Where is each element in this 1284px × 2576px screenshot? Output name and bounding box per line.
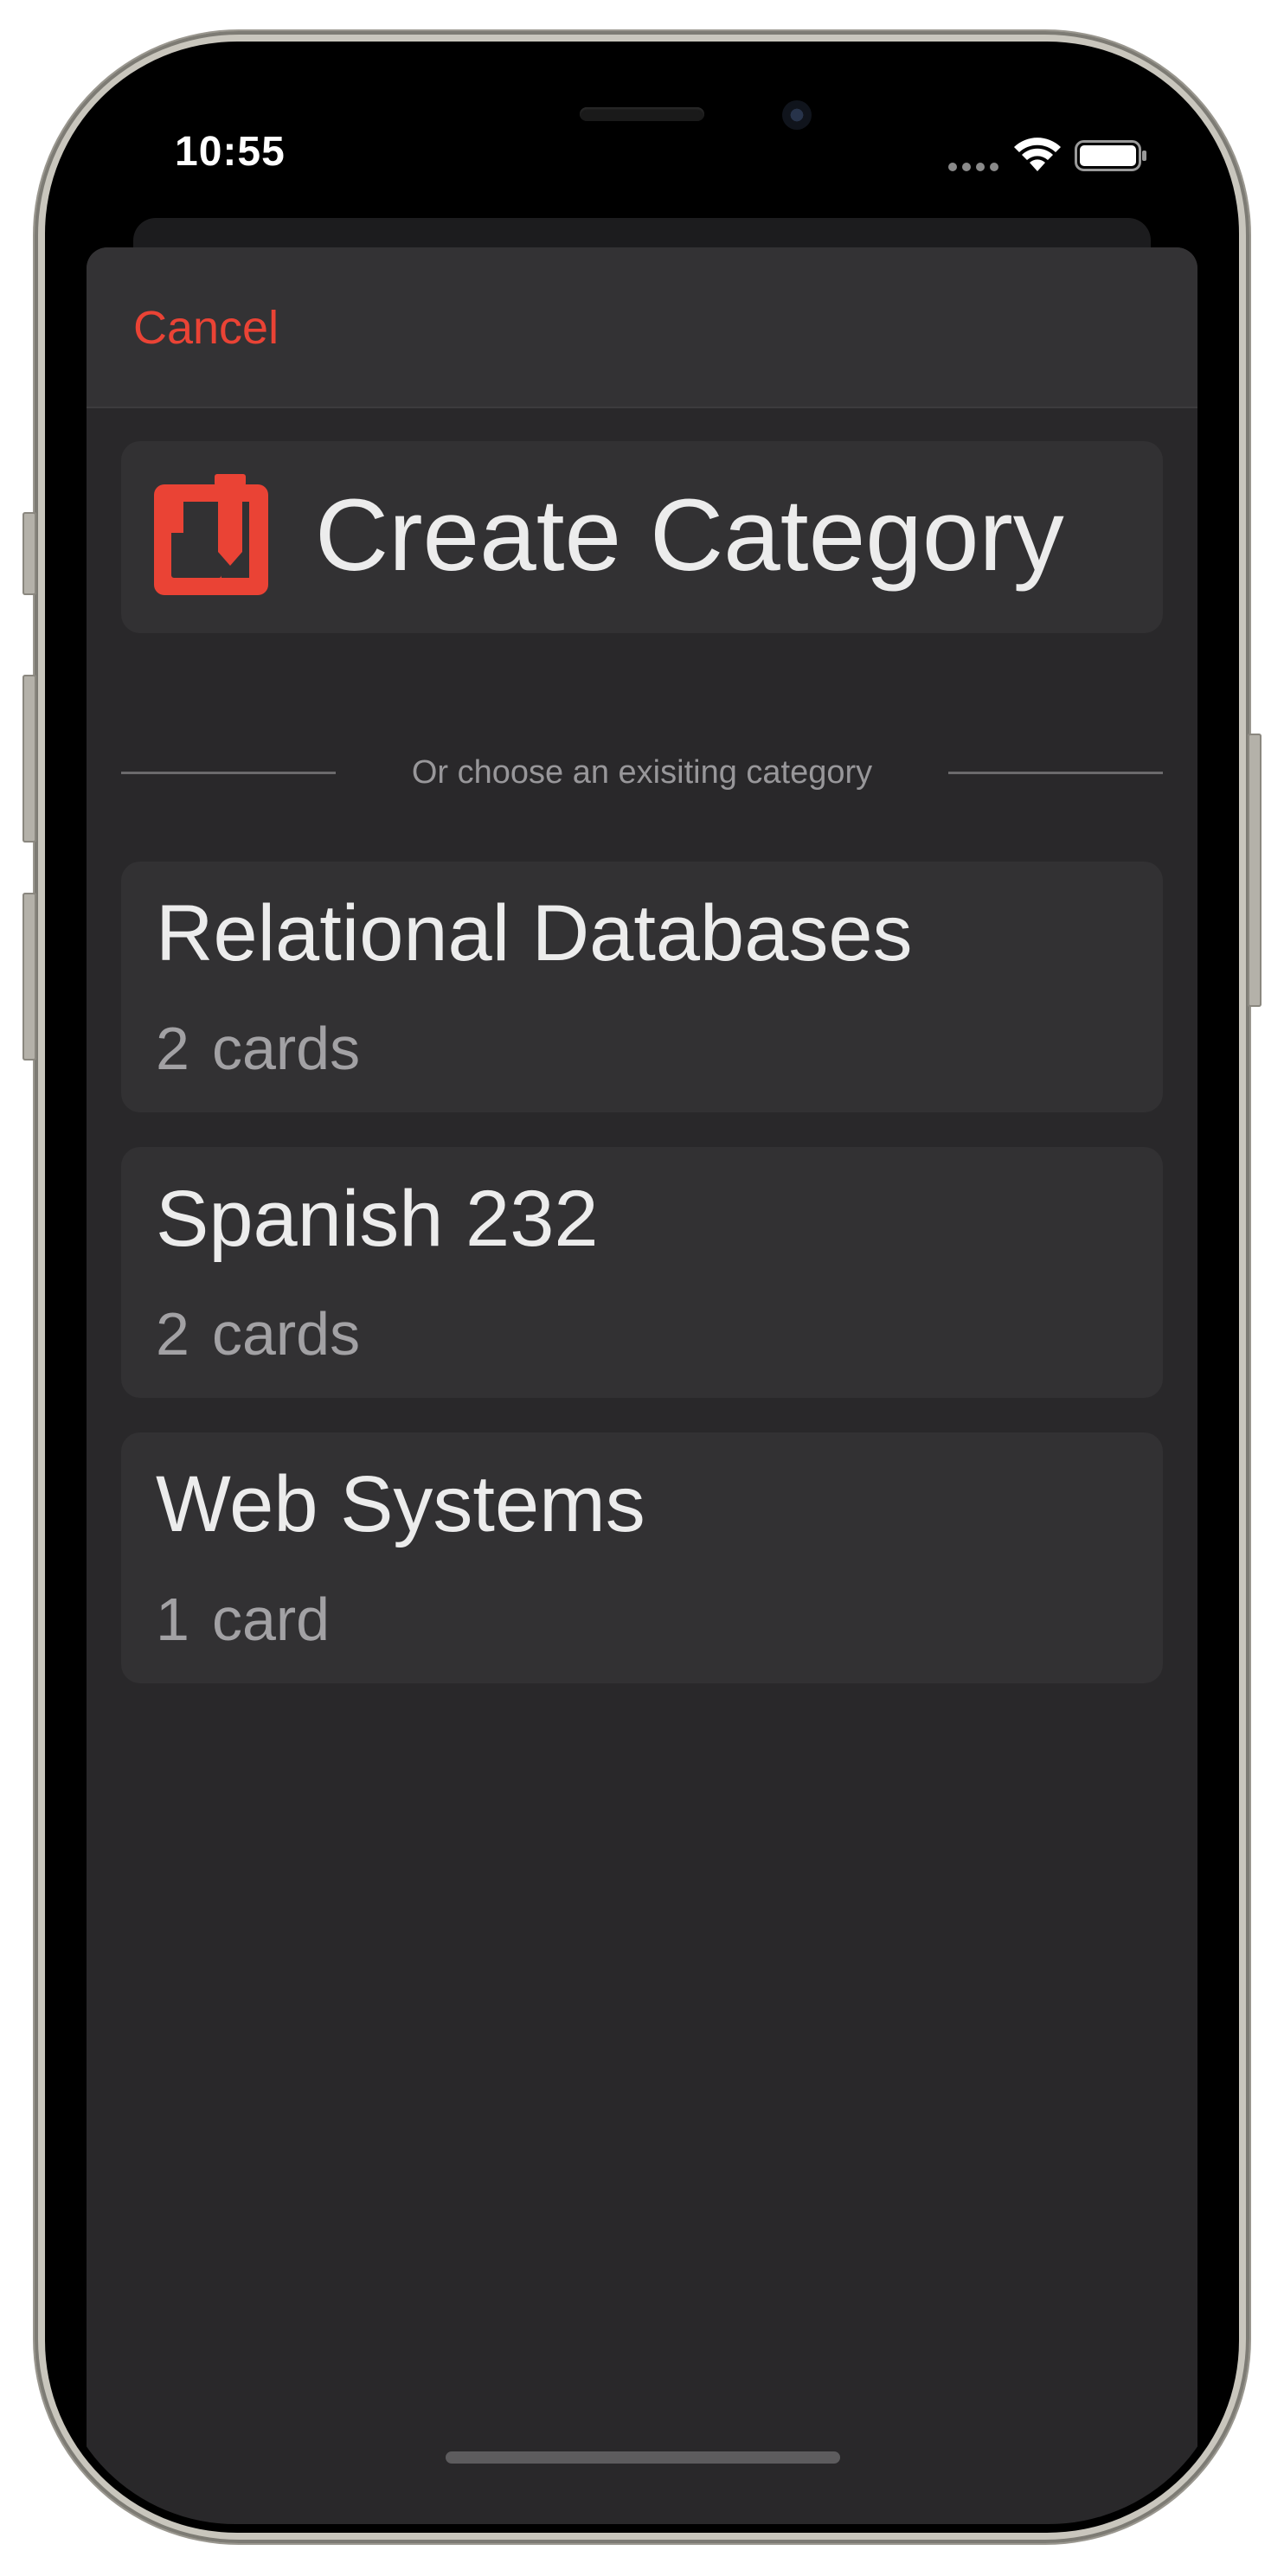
card-count-unit: cards (211, 1300, 361, 1368)
silent-switch (22, 512, 36, 595)
card-count-number: 1 (156, 1586, 189, 1653)
divider-line-right (948, 772, 1163, 774)
category-card-count: 1 card (156, 1585, 330, 1654)
divider-line-left (121, 772, 336, 774)
wifi-icon (1014, 138, 1061, 171)
card-count-number: 2 (156, 1300, 189, 1368)
battery-icon (1075, 140, 1146, 171)
home-indicator[interactable] (446, 2451, 840, 2464)
volume-up-button (22, 675, 36, 843)
category-name: Relational Databases (156, 889, 913, 977)
earpiece-speaker (580, 107, 704, 121)
category-card-count: 2 cards (156, 1014, 360, 1083)
front-camera (782, 100, 812, 130)
device-screen: 10:55 Cancel Create Category Or choose a… (54, 50, 1230, 2524)
category-row-web-systems[interactable]: Web Systems 1 card (121, 1432, 1163, 1683)
card-count-unit: card (211, 1586, 331, 1653)
card-count-unit: cards (211, 1015, 361, 1082)
category-card-count: 2 cards (156, 1299, 360, 1368)
power-button (1248, 734, 1262, 1007)
status-time: 10:55 (175, 129, 286, 175)
category-name: Spanish 232 (156, 1175, 599, 1263)
volume-down-button (22, 893, 36, 1061)
notch (359, 50, 925, 107)
divider-label: Or choose an exisiting category (411, 754, 873, 791)
create-category-button[interactable]: Create Category (121, 441, 1163, 633)
notebook-pen-icon (154, 474, 268, 595)
card-count-number: 2 (156, 1015, 189, 1082)
create-category-title: Create Category (315, 478, 1064, 593)
category-row-relational-databases[interactable]: Relational Databases 2 cards (121, 862, 1163, 1112)
cellular-signal-icon (948, 163, 1000, 171)
category-picker-sheet: Cancel Create Category Or choose an exis… (87, 247, 1197, 2524)
category-row-spanish-232[interactable]: Spanish 232 2 cards (121, 1147, 1163, 1398)
category-name: Web Systems (156, 1460, 645, 1548)
navigation-bar: Cancel (87, 247, 1197, 408)
cancel-button[interactable]: Cancel (133, 301, 279, 355)
